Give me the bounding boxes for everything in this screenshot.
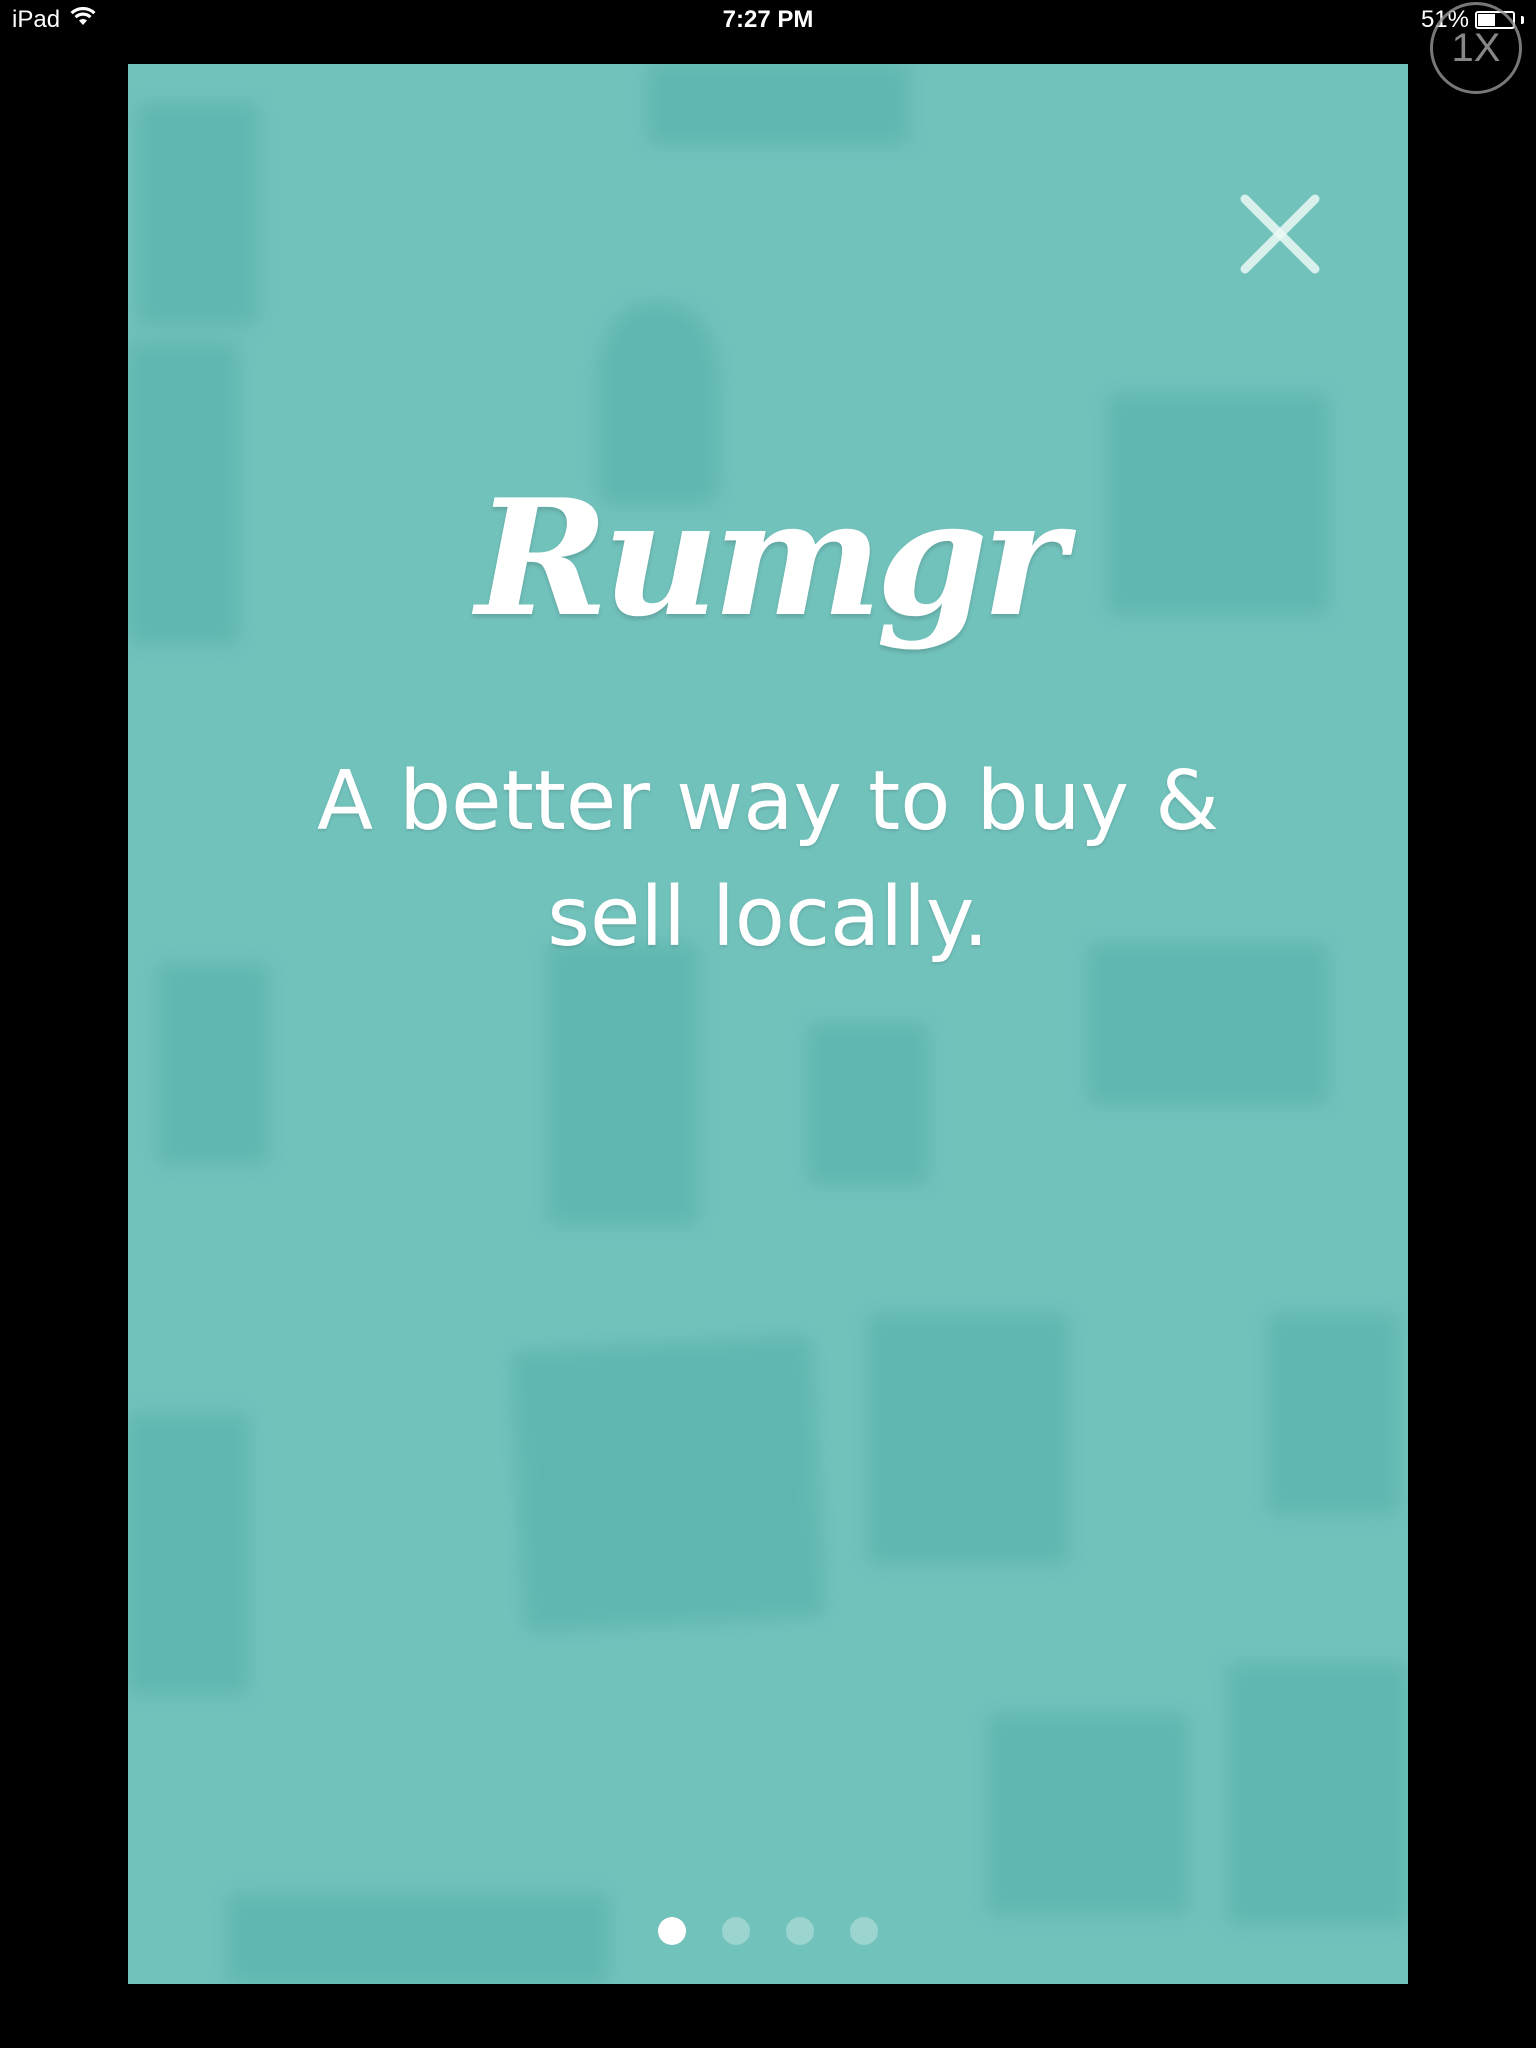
battery-tip [1521,16,1524,24]
background-decoration [128,1414,248,1694]
close-button[interactable] [1235,189,1325,279]
background-decoration [158,964,268,1164]
zoom-indicator[interactable]: 1X [1430,2,1522,94]
page-dot-3[interactable] [786,1917,814,1945]
status-bar: iPad 7:27 PM 51% [0,0,1536,40]
background-decoration [510,1336,826,1632]
status-time: 7:27 PM [722,6,814,33]
page-indicator [128,1917,1408,1945]
onboarding-screen: Rumgr A better way to buy & sell locally… [128,64,1408,1984]
background-decoration [648,64,908,144]
background-decoration [1228,1664,1408,1924]
close-icon [1235,194,1325,283]
background-decoration [808,1024,928,1184]
app-logo: Rumgr [475,464,1067,652]
page-dot-2[interactable] [722,1917,750,1945]
tagline: A better way to buy & sell locally. [316,754,1220,965]
background-decoration [988,1714,1188,1914]
background-decoration [1268,1314,1398,1514]
background-decoration [138,104,258,324]
page-dot-4[interactable] [850,1917,878,1945]
background-decoration [868,1314,1068,1564]
page-dot-1[interactable] [658,1917,686,1945]
background-decoration [548,944,698,1224]
